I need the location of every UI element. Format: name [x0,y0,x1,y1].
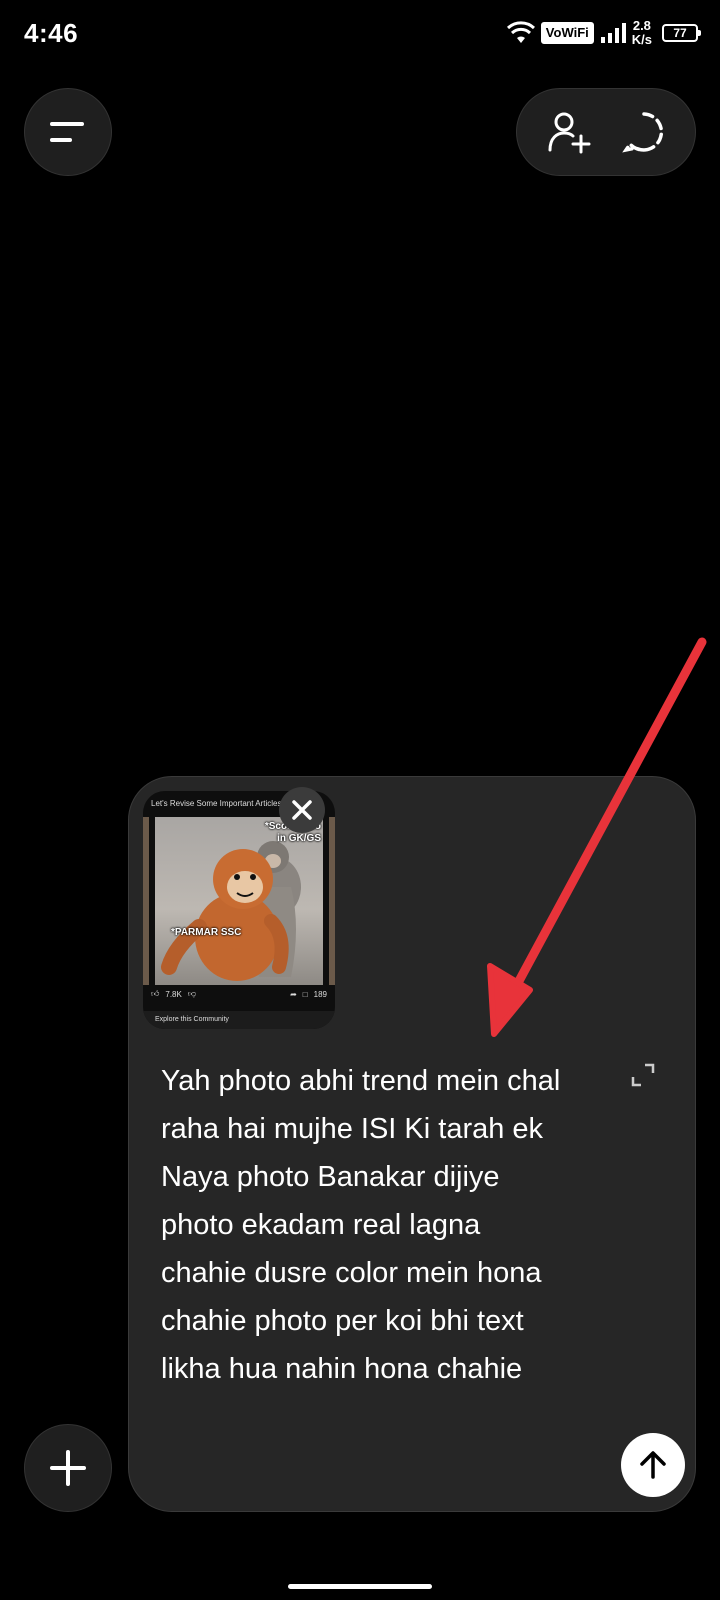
image-edge-right [329,817,335,985]
like-icon: 👍︎ [151,989,160,998]
attachment-footer: Explore this Community [143,1011,335,1029]
network-speed: 2.8 K/s [632,19,652,47]
like-count: 7.8K [165,989,182,999]
top-actions [516,88,696,176]
temporary-chat-button[interactable] [614,102,674,162]
comment-count: 189 [313,989,327,999]
image-edge-left [143,817,149,985]
status-icons: VoWiFi 2.8 K/s 77 [506,16,701,50]
attachment-header: Let's Revise Some Important Articles [151,799,282,808]
comment-icon: □ [302,989,308,999]
add-person-icon [548,112,590,154]
speed-unit: K/s [631,32,652,47]
remove-attachment-button[interactable] [279,787,325,833]
dislike-icon: 👎︎ [187,989,196,998]
image-caption-bottom: *PARMAR SSC [171,927,242,938]
menu-icon [50,122,84,142]
status-bar: 4:46 VoWiFi 2.8 K/s 77 [0,0,720,64]
wifi-icon [506,21,535,43]
home-indicator[interactable] [288,1584,432,1589]
monkey-photo: *Scoring Lo in GK/GS *PARMAR SSC [155,817,323,985]
menu-button[interactable] [24,88,112,176]
signal-icon [600,23,626,43]
message-input[interactable]: Yah photo abhi trend mein chal raha hai … [161,1057,561,1393]
add-person-button[interactable] [539,102,599,162]
close-icon [292,800,312,820]
composer: Let's Revise Some Important Articles *S [128,776,696,1512]
vowifi-badge: VoWiFi [540,22,594,44]
speed-value: 2.8 [632,18,651,33]
battery-icon: 77 [662,24,701,42]
arrow-up-icon [640,1451,666,1479]
status-time: 4:46 [24,18,79,48]
expand-icon [631,1063,655,1087]
send-button[interactable] [621,1433,685,1497]
battery-level: 77 [673,26,687,40]
dashed-chat-icon [621,112,663,153]
share-icon: ➦ [290,989,297,999]
add-attachment-button[interactable] [24,1424,112,1512]
post-actions: 👍︎ 7.8K 👎︎ ➦ □ 189 [151,989,327,999]
plus-icon [50,1450,86,1486]
expand-button[interactable] [625,1057,661,1093]
